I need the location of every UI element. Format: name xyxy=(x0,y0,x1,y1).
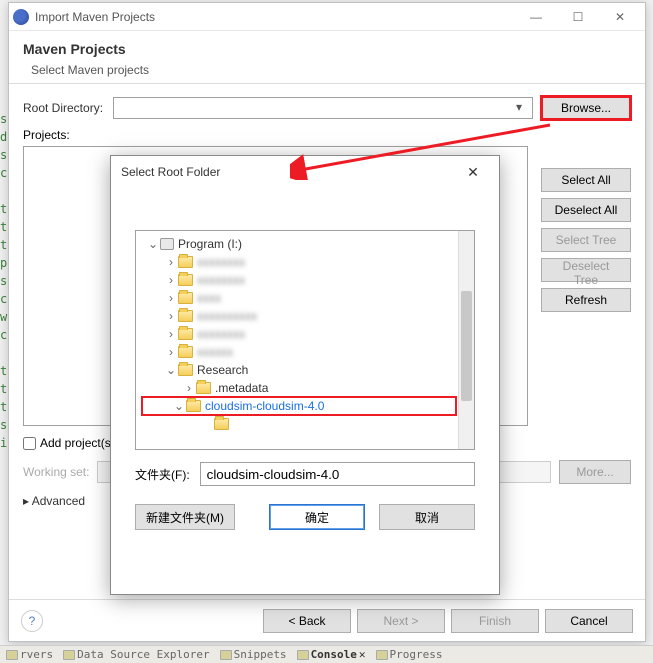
drive-icon xyxy=(160,238,174,250)
sub-cancel-button[interactable]: 取消 xyxy=(379,504,475,530)
tree-metadata[interactable]: .metadata xyxy=(215,381,268,395)
folder-tree[interactable]: ⌄ Program (I:) › xxxxxxxx › xxxxxxxx › xxxx… xyxy=(135,230,475,450)
sub-close-button[interactable]: ✕ xyxy=(457,164,489,181)
new-folder-button[interactable]: 新建文件夹(M) xyxy=(135,504,235,530)
window-title: Import Maven Projects xyxy=(35,10,515,24)
tab-snippets[interactable]: Snippets xyxy=(220,648,287,661)
tree-scrollbar[interactable] xyxy=(458,231,474,449)
tree-root[interactable]: Program (I:) xyxy=(178,237,242,251)
sub-title: Select Root Folder xyxy=(121,165,457,179)
sub-titlebar: Select Root Folder ✕ xyxy=(111,156,499,188)
titlebar: Import Maven Projects — ☐ ✕ xyxy=(9,3,645,31)
folder-icon xyxy=(196,382,211,394)
folder-icon xyxy=(186,400,201,412)
tree-item-blurred[interactable]: xxxxxxxxxx xyxy=(197,309,257,323)
tab-progress[interactable]: Progress xyxy=(376,648,443,661)
scrollbar-thumb[interactable] xyxy=(461,291,472,401)
tree-research[interactable]: Research xyxy=(197,363,248,377)
tree-item-blurred[interactable]: xxxxxxxx xyxy=(197,273,245,287)
collapse-icon[interactable]: ⌄ xyxy=(164,363,178,377)
add-projects-label: Add project(s xyxy=(40,436,111,450)
expand-icon[interactable]: › xyxy=(164,309,178,323)
cancel-button[interactable]: Cancel xyxy=(545,609,633,633)
deselect-all-button[interactable]: Deselect All xyxy=(541,198,631,222)
more-button: More... xyxy=(559,460,631,484)
tree-selected-item[interactable]: cloudsim-cloudsim-4.0 xyxy=(205,399,324,413)
banner: Maven Projects Select Maven projects xyxy=(9,31,645,84)
help-button[interactable]: ? xyxy=(21,610,43,632)
folder-icon xyxy=(178,346,193,358)
folder-icon xyxy=(214,418,229,430)
back-button[interactable]: < Back xyxy=(263,609,351,633)
app-icon xyxy=(13,9,29,25)
root-directory-input[interactable] xyxy=(113,97,533,119)
tree-item-blurred[interactable]: xxxxxxxx xyxy=(197,255,245,269)
tab-console[interactable]: Console ✕ xyxy=(297,648,366,661)
deselect-tree-button: Deselect Tree xyxy=(541,258,631,282)
select-all-button[interactable]: Select All xyxy=(541,168,631,192)
folder-icon xyxy=(178,364,193,376)
banner-subtitle: Select Maven projects xyxy=(23,63,631,77)
close-button[interactable]: ✕ xyxy=(599,4,641,30)
banner-title: Maven Projects xyxy=(23,41,631,57)
tab-dse[interactable]: Data Source Explorer xyxy=(63,648,209,661)
collapse-icon[interactable]: ⌄ xyxy=(146,237,160,251)
expand-icon[interactable]: › xyxy=(164,273,178,287)
tree-item-blurred[interactable]: xxxxxxxx xyxy=(197,327,245,341)
dialog-footer: ? < Back Next > Finish Cancel xyxy=(9,599,645,641)
side-buttons: Select All Deselect All Select Tree Dese… xyxy=(541,168,631,312)
folder-icon xyxy=(178,274,193,286)
folder-icon xyxy=(178,328,193,340)
expand-icon[interactable]: › xyxy=(164,255,178,269)
expand-icon[interactable]: › xyxy=(164,291,178,305)
tree-item-blurred[interactable]: xxxx xyxy=(197,291,221,305)
folder-field-input[interactable] xyxy=(200,462,475,486)
expand-icon[interactable]: › xyxy=(164,327,178,341)
root-directory-label: Root Directory: xyxy=(23,101,113,115)
folder-icon xyxy=(178,292,193,304)
folder-icon xyxy=(178,310,193,322)
select-tree-button: Select Tree xyxy=(541,228,631,252)
working-set-label: Working set: xyxy=(23,465,89,479)
select-folder-dialog: Select Root Folder ✕ ⌄ Program (I:) › xxx… xyxy=(110,155,500,595)
collapse-icon[interactable]: ⌄ xyxy=(172,399,186,413)
expand-icon[interactable]: › xyxy=(164,345,178,359)
browse-button[interactable]: Browse... xyxy=(541,96,631,120)
ok-button[interactable]: 确定 xyxy=(269,504,365,530)
minimize-button[interactable]: — xyxy=(515,4,557,30)
finish-button: Finish xyxy=(451,609,539,633)
chevron-down-icon[interactable]: ▾ xyxy=(516,100,530,114)
folder-icon xyxy=(178,256,193,268)
refresh-button[interactable]: Refresh xyxy=(541,288,631,312)
tab-servers[interactable]: rvers xyxy=(6,648,53,661)
status-bar: rvers Data Source Explorer Snippets Cons… xyxy=(0,645,653,663)
projects-label: Projects: xyxy=(23,128,631,142)
tree-item-blurred[interactable]: xxxxxx xyxy=(197,345,233,359)
folder-field-label: 文件夹(F): xyxy=(135,466,190,483)
maximize-button[interactable]: ☐ xyxy=(557,4,599,30)
add-projects-checkbox[interactable] xyxy=(23,437,36,450)
next-button: Next > xyxy=(357,609,445,633)
expand-icon[interactable]: › xyxy=(182,381,196,395)
